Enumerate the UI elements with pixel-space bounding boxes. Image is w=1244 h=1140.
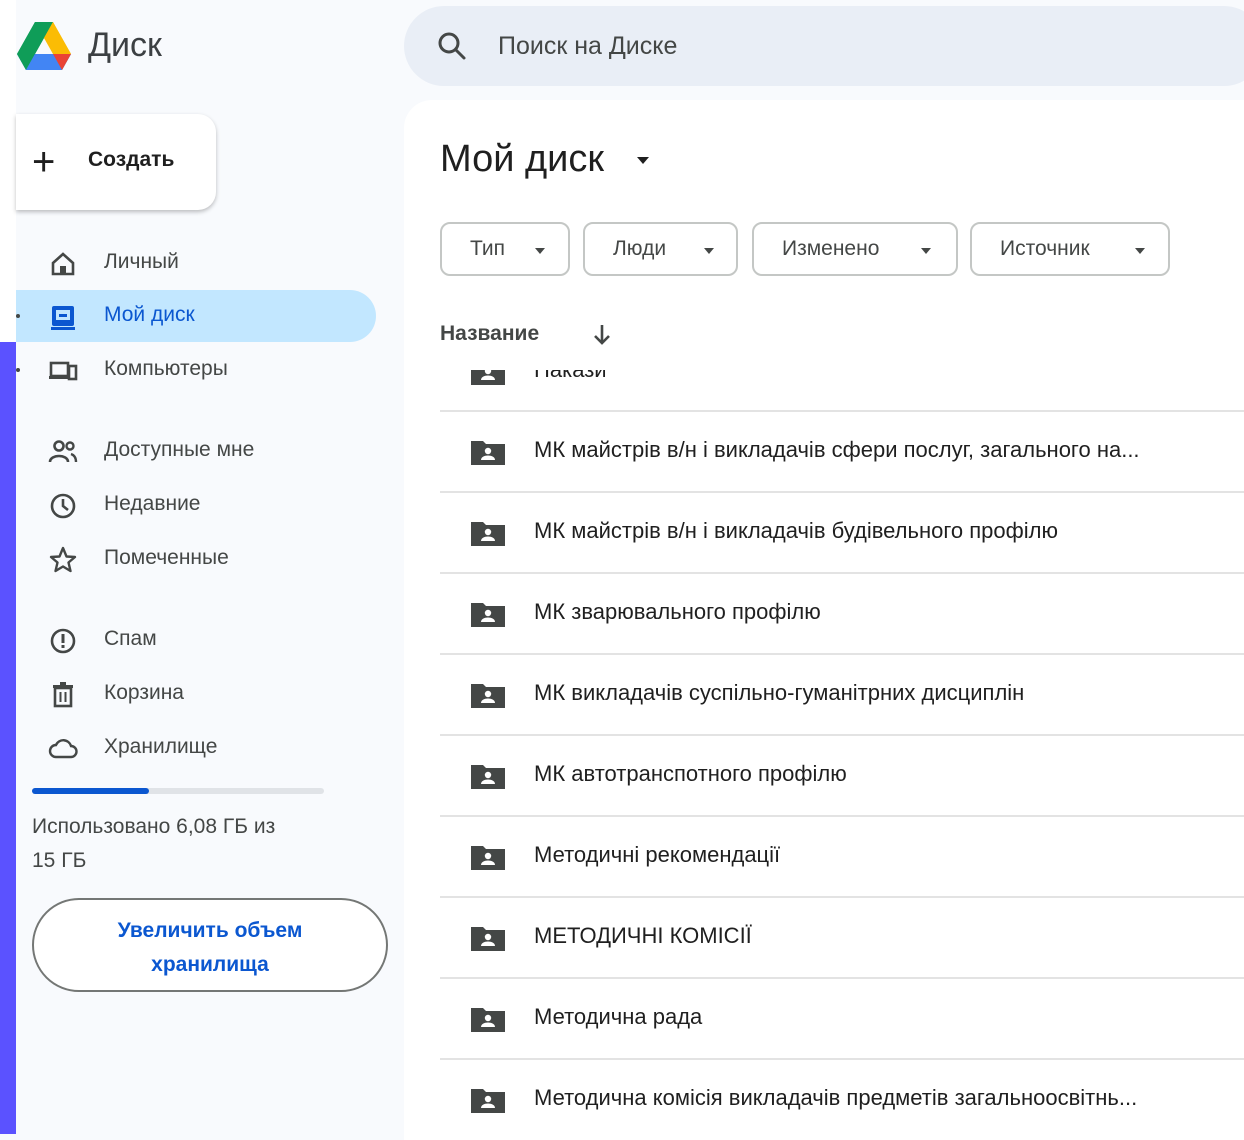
shared-folder-icon (471, 684, 505, 708)
sidebar-item-trash[interactable]: Корзина (16, 668, 376, 720)
sort-arrow-down-icon[interactable] (590, 322, 614, 348)
upgrade-label-line2: хранилища (151, 953, 269, 976)
sidebar-item-shared[interactable]: Доступные мне (16, 425, 376, 477)
sidebar-item-label: Корзина (104, 681, 184, 704)
sidebar-item-spam[interactable]: Спам (16, 614, 376, 666)
storage-progress-fill (32, 788, 149, 794)
shared-folder-icon (471, 1089, 505, 1113)
sidebar-item-label: Мой диск (104, 303, 195, 326)
search-input[interactable]: Поиск на Диске (498, 32, 677, 61)
shared-folder-icon (471, 603, 505, 627)
sidebar-item-label: Хранилище (104, 735, 218, 758)
file-row[interactable]: МК зварювального профілю (440, 572, 1244, 652)
filter-source[interactable]: Источник (970, 222, 1170, 276)
sidebar-item-computers[interactable]: Компьютеры (16, 344, 376, 396)
sidebar-item-storage[interactable]: Хранилище (16, 722, 376, 774)
caret-down-icon[interactable] (634, 154, 652, 166)
upgrade-storage-button[interactable]: Увеличить объем хранилища (32, 898, 388, 992)
clock-icon (50, 493, 76, 519)
shared-folder-icon (471, 846, 505, 870)
spam-icon (50, 628, 76, 654)
shared-folder-icon (471, 927, 505, 951)
cloud-icon (48, 739, 78, 759)
shared-folder-icon (471, 441, 505, 465)
caret-down-icon (921, 248, 931, 254)
sidebar-item-personal[interactable]: Личный (16, 237, 376, 289)
filter-label: Источник (1000, 237, 1090, 260)
page-title[interactable]: Мой диск (440, 138, 604, 181)
trash-icon (53, 682, 73, 708)
expand-arrow-icon[interactable] (16, 314, 20, 318)
caret-down-icon (535, 248, 545, 254)
storage-usage-text: Использовано 6,08 ГБ из 15 ГБ (32, 810, 332, 878)
sidebar-item-label: Помеченные (104, 546, 229, 569)
file-name: МК викладачів суспільно-гуманітрних дисц… (534, 680, 1025, 705)
filter-label: Тип (470, 237, 506, 260)
plus-icon: + (32, 140, 56, 184)
file-name: Методична рада (534, 1004, 703, 1029)
shared-folder-icon (471, 370, 505, 385)
file-row[interactable]: Методична рада (440, 977, 1244, 1057)
file-row[interactable]: Методична комісія викладачів предметів з… (440, 1058, 1244, 1134)
star-icon (49, 546, 77, 573)
filter-type[interactable]: Тип (440, 222, 570, 276)
drive-logo-icon[interactable] (16, 20, 72, 72)
sidebar-item-starred[interactable]: Помеченные (16, 533, 376, 585)
filter-label: Люди (613, 237, 667, 260)
sidebar-item-recent[interactable]: Недавние (16, 479, 376, 531)
expand-arrow-icon[interactable] (16, 368, 20, 372)
sidebar-item-label: Компьютеры (104, 357, 228, 380)
sidebar-item-label: Недавние (104, 492, 201, 515)
computers-icon (49, 361, 78, 381)
shared-folder-icon (471, 522, 505, 546)
my-drive-icon (51, 306, 75, 330)
file-row[interactable]: МК майстрів в/н і викладачів сфери послу… (440, 410, 1244, 490)
column-header-name[interactable]: Название (440, 322, 539, 346)
file-list: Накази МК майстрів в/н і викладачів сфери… (440, 370, 1244, 1134)
file-name: Накази (534, 370, 1234, 383)
storage-progress-bar (32, 788, 324, 794)
create-button-label: Создать (88, 148, 175, 171)
file-name: МК майстрів в/н і викладачів сфери послу… (534, 437, 1140, 462)
file-name: МЕТОДИЧНІ КОМІСІЇ (534, 923, 752, 948)
sidebar-item-label: Личный (104, 250, 179, 273)
file-name: МК автотранспотного профілю (534, 761, 847, 786)
left-edge (0, 0, 16, 342)
file-row[interactable]: МК викладачів суспільно-гуманітрних дисц… (440, 653, 1244, 733)
upgrade-label-line1: Увеличить объем (117, 919, 303, 942)
file-name: МК зварювального профілю (534, 599, 821, 624)
filter-modified[interactable]: Изменено (752, 222, 958, 276)
caret-down-icon (704, 248, 714, 254)
storage-usage-line1: Использовано 6,08 ГБ из (32, 815, 276, 838)
home-icon (51, 252, 75, 276)
filter-label: Изменено (782, 237, 880, 260)
app-title[interactable]: Диск (88, 26, 162, 65)
sidebar-item-my-drive[interactable]: Мой диск (16, 290, 376, 342)
file-row[interactable]: МК майстрів в/н і викладачів будівельног… (440, 491, 1244, 571)
upgrade-storage-label: Увеличить объем хранилища (34, 914, 386, 982)
search-icon[interactable] (436, 30, 468, 62)
file-row[interactable]: МК автотранспотного профілю (440, 734, 1244, 814)
shared-icon (48, 440, 78, 463)
caret-down-icon (1135, 248, 1145, 254)
shared-folder-icon (471, 1008, 505, 1032)
file-name: МК майстрів в/н і викладачів будівельног… (534, 518, 1058, 543)
file-name: Методична комісія викладачів предметів з… (534, 1085, 1138, 1110)
storage-usage-line2: 15 ГБ (32, 849, 87, 872)
file-row[interactable]: Методичні рекомендації (440, 815, 1244, 895)
sidebar-item-label: Спам (104, 627, 157, 650)
file-name: Методичні рекомендації (534, 842, 781, 867)
file-row[interactable]: МЕТОДИЧНІ КОМІСІЇ (440, 896, 1244, 976)
window-accent-bar (0, 342, 16, 1134)
shared-folder-icon (471, 765, 505, 789)
file-row[interactable]: Накази (440, 370, 1244, 410)
sidebar-item-label: Доступные мне (104, 438, 255, 461)
filter-people[interactable]: Люди (583, 222, 738, 276)
